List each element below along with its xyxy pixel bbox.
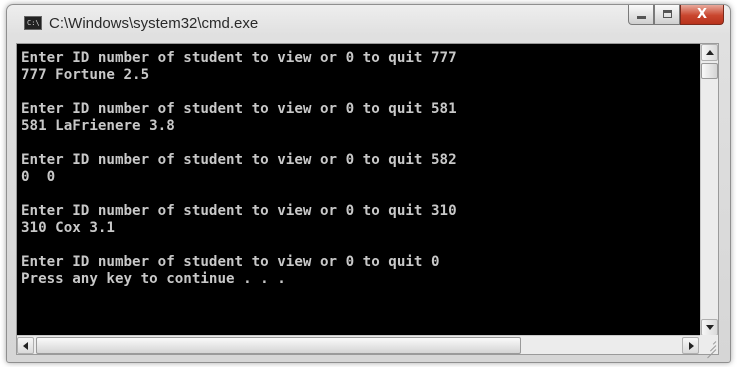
scroll-up-button[interactable] bbox=[701, 44, 718, 61]
grip-line bbox=[707, 349, 717, 359]
scroll-down-button[interactable] bbox=[701, 319, 718, 336]
caption-buttons: X bbox=[628, 5, 724, 26]
arrow-up-icon bbox=[706, 50, 714, 55]
size-grip[interactable] bbox=[700, 335, 718, 359]
console-line: Enter ID number of student to view or 0 … bbox=[21, 101, 457, 117]
horizontal-scroll-thumb[interactable] bbox=[36, 337, 521, 354]
console-line: Enter ID number of student to view or 0 … bbox=[21, 152, 457, 168]
maximize-button[interactable] bbox=[654, 5, 680, 25]
arrow-right-icon bbox=[689, 342, 694, 350]
console-line: 581 LaFrienere 3.8 bbox=[21, 118, 175, 134]
console-line: Enter ID number of student to view or 0 … bbox=[21, 50, 457, 66]
title-bar[interactable]: C:\ C:\Windows\system32\cmd.exe X bbox=[7, 5, 730, 47]
cmd-icon[interactable]: C:\ bbox=[24, 16, 42, 30]
arrow-left-icon bbox=[23, 342, 28, 350]
console-output[interactable]: Enter ID number of student to view or 0 … bbox=[17, 44, 700, 336]
minimize-button[interactable] bbox=[628, 5, 654, 25]
console-line: 310 Cox 3.1 bbox=[21, 220, 115, 236]
console-line: Enter ID number of student to view or 0 … bbox=[21, 203, 457, 219]
scroll-right-button[interactable] bbox=[682, 337, 699, 354]
window-title: C:\Windows\system32\cmd.exe bbox=[49, 15, 259, 32]
horizontal-scrollbar[interactable] bbox=[17, 335, 700, 354]
console-frame: Enter ID number of student to view or 0 … bbox=[16, 43, 719, 359]
maximize-icon bbox=[663, 10, 672, 18]
console-line: 0 0 bbox=[21, 169, 56, 185]
scroll-left-button[interactable] bbox=[17, 337, 34, 354]
vertical-scrollbar[interactable] bbox=[700, 44, 718, 336]
arrow-down-icon bbox=[706, 325, 714, 330]
cmd-window: C:\ C:\Windows\system32\cmd.exe X Enter … bbox=[6, 4, 731, 363]
console-line: 777 Fortune 2.5 bbox=[21, 67, 150, 83]
grip-line bbox=[712, 341, 717, 345]
vertical-scroll-thumb[interactable] bbox=[701, 63, 718, 79]
console-text: Enter ID number of student to view or 0 … bbox=[17, 44, 700, 288]
console-line: Press any key to continue . . . bbox=[21, 271, 286, 287]
close-icon: X bbox=[696, 7, 708, 22]
minimize-icon bbox=[637, 16, 646, 19]
close-button[interactable]: X bbox=[680, 5, 724, 25]
console-line: Enter ID number of student to view or 0 … bbox=[21, 254, 440, 270]
